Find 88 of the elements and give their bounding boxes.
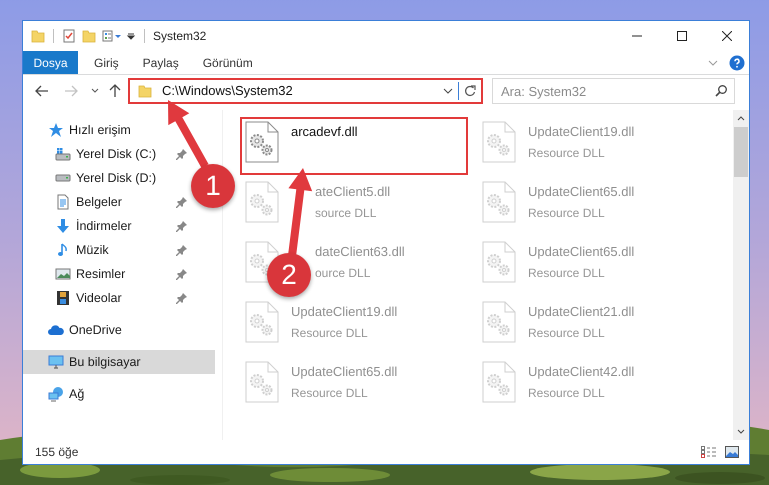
chevron-down-icon [737, 429, 745, 435]
gear-file-icon [482, 121, 516, 163]
pin-icon[interactable] [176, 148, 188, 160]
gear-file-icon [482, 361, 516, 403]
sidebar-item[interactable]: Belgeler [55, 190, 122, 214]
file-description: Resource DLL [528, 324, 606, 342]
scrollbar[interactable] [733, 110, 749, 440]
ribbon-tab[interactable]: Paylaş [130, 51, 191, 74]
file-description: Resource DLL [528, 204, 606, 222]
help-icon [729, 54, 745, 70]
properties-icon [102, 29, 122, 43]
sidebar-item[interactable]: Yerel Disk (C:) [55, 142, 156, 166]
close-icon [722, 31, 732, 41]
gear-file-icon [482, 241, 516, 283]
file-name: UpdateClient65.dll [528, 243, 634, 261]
file-description: ource DLL [315, 264, 372, 282]
download-arrow-icon [55, 218, 71, 234]
address-bar[interactable]: C:\Windows\System32 [128, 78, 483, 104]
film-icon [55, 290, 71, 306]
file-description: Resource DLL [528, 264, 606, 282]
gear-file-icon [482, 301, 516, 343]
file-name: UpdateClient65.dll [291, 363, 398, 381]
search-field[interactable]: Ara: System32 [492, 78, 735, 104]
gear-file-icon [245, 121, 279, 163]
sidebar-item[interactable]: Ağ [23, 382, 215, 406]
document-icon [55, 194, 71, 210]
file-description: Resource DLL [528, 144, 606, 162]
scrollbar-thumb[interactable] [734, 127, 748, 177]
drive-icon [55, 146, 71, 162]
arrow-left-icon [35, 85, 49, 97]
pointer-arrow [168, 100, 208, 168]
sidebar-item[interactable]: Yerel Disk (D:) [55, 166, 156, 190]
folder-icon [138, 84, 152, 98]
folder-icon [31, 29, 45, 43]
details-view-button[interactable] [701, 444, 719, 460]
sidebar-item[interactable]: Resimler [55, 262, 126, 286]
sidebar-item[interactable]: İndirmeler [55, 214, 132, 238]
pin-icon[interactable] [176, 220, 188, 232]
large-icons-view-button[interactable] [725, 444, 741, 460]
file-description: source DLL [315, 204, 378, 222]
window-title: System32 [153, 28, 206, 45]
file-name: arcadevf.dll [291, 123, 358, 141]
chevron-down-icon [443, 86, 453, 96]
image-icon [725, 446, 739, 458]
sidebar-item[interactable]: Müzik [55, 238, 109, 262]
gear-file-icon [245, 301, 279, 343]
file-name: UpdateClient65.dll [528, 183, 634, 201]
monitor-icon [48, 354, 64, 370]
gear-file-icon [245, 181, 279, 223]
star-icon [48, 122, 64, 138]
drive-icon [55, 174, 71, 182]
chevron-up-icon [737, 115, 745, 121]
checklist-icon [62, 29, 76, 43]
network-icon [48, 386, 64, 402]
file-tile[interactable]: arcadevf.dll [240, 117, 468, 175]
gear-file-icon [245, 361, 279, 403]
file-name: ateClient5.dll [315, 183, 390, 201]
sidebar-item[interactable]: Videolar [55, 286, 122, 310]
pin-icon[interactable] [176, 244, 188, 256]
file-name: dateClient63.dll [315, 243, 405, 261]
pin-icon[interactable] [176, 268, 188, 280]
details-view-icon [701, 446, 717, 458]
pin-icon[interactable] [176, 292, 188, 304]
item-count: 155 öğe [35, 444, 78, 461]
gear-file-icon [482, 181, 516, 223]
ribbon-tab[interactable]: Giriş [82, 51, 131, 74]
caret-icon [126, 31, 136, 41]
file-description: Resource DLL [291, 324, 369, 342]
file-name: UpdateClient42.dll [528, 363, 634, 381]
pin-icon[interactable] [176, 196, 188, 208]
sidebar-item[interactable]: Bu bilgisayar [23, 350, 215, 374]
search-icon [715, 85, 727, 97]
file-description: Resource DLL [291, 384, 369, 402]
file-name: UpdateClient19.dll [528, 123, 634, 141]
ribbon-tab[interactable]: Dosya [23, 51, 78, 74]
maximize-icon [676, 31, 686, 41]
image-icon [55, 266, 71, 282]
sidebar-item[interactable]: Hızlı erişim [23, 118, 215, 142]
arrow-up-icon [109, 84, 121, 98]
file-name: UpdateClient21.dll [528, 303, 634, 321]
ribbon-tab[interactable]: Görünüm [190, 51, 265, 74]
file-description: Resource DLL [528, 384, 606, 402]
file-name: UpdateClient19.dll [291, 303, 398, 321]
sidebar-item[interactable]: OneDrive [23, 318, 215, 342]
arrow-right-icon [64, 85, 78, 97]
chevron-down-icon [91, 87, 99, 95]
folder-icon [82, 29, 96, 43]
refresh-icon [464, 85, 476, 97]
